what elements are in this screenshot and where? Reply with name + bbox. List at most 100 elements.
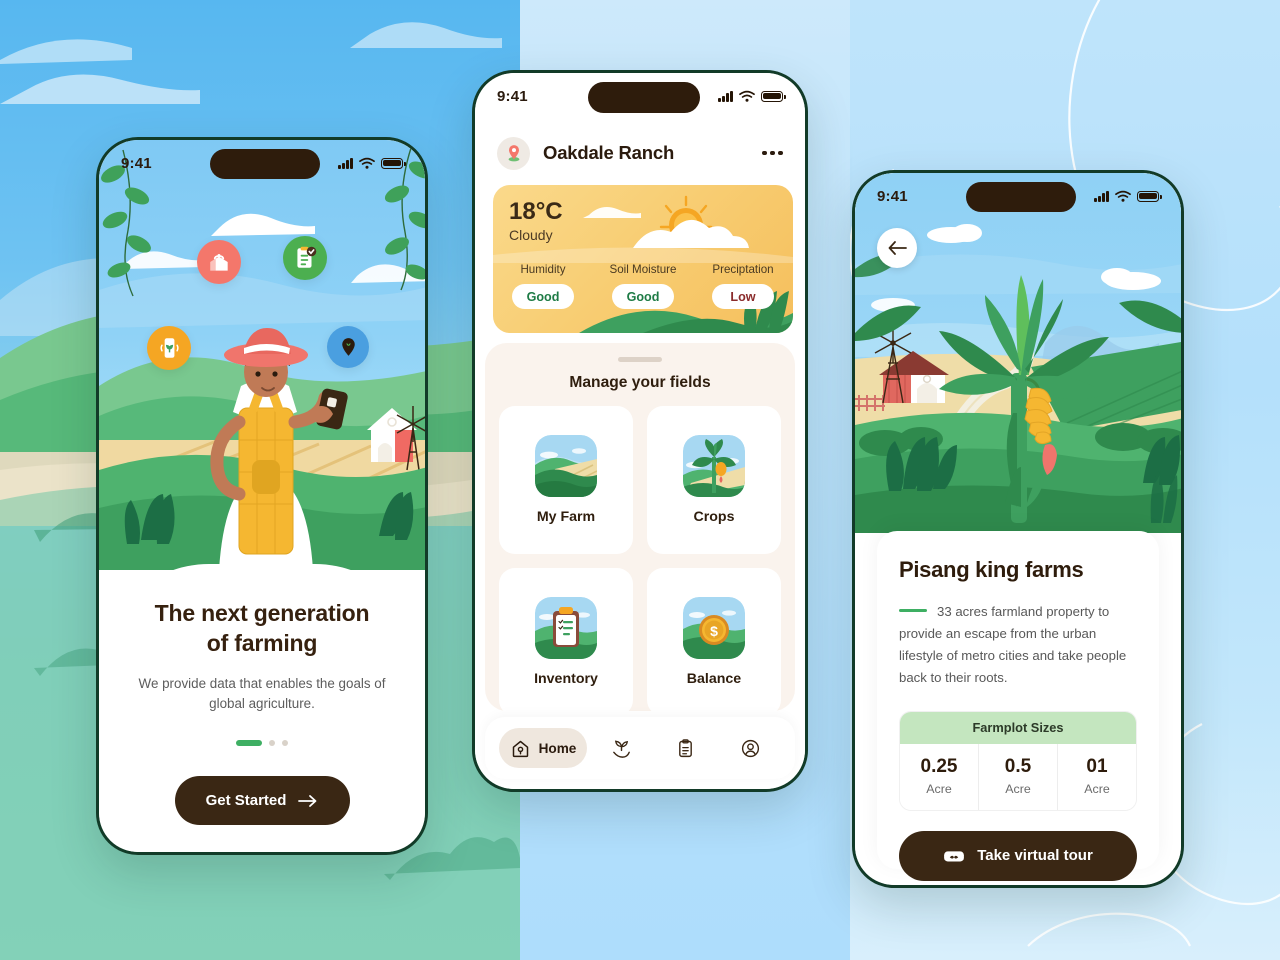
back-button[interactable] xyxy=(877,228,917,268)
farm-title: Pisang king farms xyxy=(899,557,1084,582)
svg-text:$: $ xyxy=(710,623,718,639)
tab-label-home: Home xyxy=(538,740,577,756)
banana-tree-icon xyxy=(683,434,745,497)
status-time: 9:41 xyxy=(121,154,152,172)
wifi-icon xyxy=(1115,190,1131,202)
wifi-icon xyxy=(359,157,375,169)
pagination-dot-1[interactable] xyxy=(236,740,262,747)
user-profile-icon xyxy=(742,739,760,757)
clipboard-checklist-icon xyxy=(535,596,597,659)
get-started-label: Get Started xyxy=(205,792,287,810)
farmplot-option-1[interactable]: 0.25 Acre xyxy=(900,744,978,810)
plot-unit: Acre xyxy=(1084,781,1110,796)
page-title-line2: of farming xyxy=(206,630,318,657)
weather-metrics: Humidity Good Soil Moisture Good Precipt… xyxy=(493,263,793,309)
battery-icon xyxy=(1137,190,1162,202)
banana-plantation-svg xyxy=(855,224,1181,533)
phone1-content-card: The next generation of farming We provid… xyxy=(99,564,425,852)
weather-temperature: 18°C xyxy=(509,198,563,225)
metric-value: Low xyxy=(712,284,774,309)
tab-crops[interactable] xyxy=(591,728,652,768)
location-pin-icon xyxy=(327,326,369,368)
page-title-line1: The next generation xyxy=(154,600,370,626)
metric-label: Humidity xyxy=(520,263,566,276)
metric-label: Soil Moisture xyxy=(609,263,677,276)
phone-onboarding: 9:41 The next generation of farming We p… xyxy=(96,137,428,855)
gold-coin-dollar-icon: $ xyxy=(683,596,745,659)
farmplot-option-2[interactable]: 0.5 Acre xyxy=(978,743,1057,810)
signal-bars-icon xyxy=(718,90,733,102)
weather-metric-soil-moisture: Soil Moisture Good xyxy=(593,263,693,309)
plot-value: 0.25 xyxy=(920,755,958,777)
page-subtitle: We provide data that enables the goals o… xyxy=(138,675,386,712)
pagination-dot-3[interactable] xyxy=(282,740,288,747)
home-icon xyxy=(512,740,528,757)
battery-icon xyxy=(381,157,406,169)
field-tiles-grid: My Farm Crops Inventory $ Balance xyxy=(485,405,795,716)
farmplot-option-3[interactable]: 01 Acre xyxy=(1057,743,1136,810)
tab-home[interactable]: Home xyxy=(499,728,587,768)
more-horizontal-icon[interactable] xyxy=(762,150,783,156)
phone3-illustration xyxy=(855,173,1181,533)
take-virtual-tour-label: Take virtual tour xyxy=(977,847,1093,865)
metric-value: Good xyxy=(512,284,574,309)
take-virtual-tour-button[interactable]: Take virtual tour xyxy=(899,830,1137,881)
onboarding-pagination[interactable] xyxy=(236,740,288,747)
phone3-notch xyxy=(966,182,1076,212)
signal-bars-icon xyxy=(338,157,353,169)
checklist-icon xyxy=(283,236,327,280)
bottom-tab-bar: Home xyxy=(485,717,795,779)
manage-fields-sheet: Manage your fields My Farm Crops Invento… xyxy=(485,343,795,716)
wifi-icon xyxy=(739,90,755,102)
phone1-notch xyxy=(210,149,320,179)
sheet-grabber[interactable] xyxy=(618,357,662,362)
farmplot-sizes-table: Farmplot Sizes 0.25 Acre 0.5 Acre 01 Acr… xyxy=(899,710,1137,811)
tile-my-farm[interactable]: My Farm xyxy=(499,405,633,554)
tab-reports[interactable] xyxy=(656,728,717,768)
tile-label: Inventory xyxy=(534,670,598,687)
get-started-button[interactable]: Get Started xyxy=(174,776,350,826)
tile-label: My Farm xyxy=(536,508,596,525)
location-pin-avatar-icon[interactable] xyxy=(497,136,530,170)
phone2-notch xyxy=(588,82,700,113)
mobile-crop-sensor-icon xyxy=(147,326,191,370)
farmplot-header: Farmplot Sizes xyxy=(900,711,1136,744)
weather-metric-humidity: Humidity Good xyxy=(493,263,593,309)
farm-fields-icon xyxy=(535,434,597,497)
page-title: The next generation of farming xyxy=(155,598,370,659)
phone1-screen: 9:41 The next generation of farming We p… xyxy=(99,140,425,852)
status-time: 9:41 xyxy=(497,87,528,105)
accent-dash-icon xyxy=(899,609,927,613)
status-time: 9:41 xyxy=(877,187,908,205)
metric-value: Good xyxy=(612,284,674,309)
farm-description: 33 acres farmland property to provide an… xyxy=(899,604,1127,685)
plot-value: 0.5 xyxy=(1004,755,1032,777)
farmplot-options: 0.25 Acre 0.5 Acre 01 Acre xyxy=(900,743,1136,810)
battery-icon xyxy=(761,90,786,102)
farm-header: Oakdale Ranch xyxy=(475,125,805,181)
arrow-left-icon xyxy=(888,241,907,255)
weather-condition: Cloudy xyxy=(509,227,553,243)
phone-farm-detail: 9:41 Pisang king farms 33 acres farmland… xyxy=(852,170,1184,888)
vr-headset-icon xyxy=(944,851,965,862)
tile-label: Crops xyxy=(693,508,735,525)
metric-label: Preciptation xyxy=(712,263,774,276)
tab-profile[interactable] xyxy=(720,728,781,768)
signal-bars-icon xyxy=(1094,190,1109,202)
pagination-dot-2[interactable] xyxy=(269,740,275,747)
weather-card: 18°C Cloudy Humidity Good Soil Moisture … xyxy=(493,185,793,333)
tile-balance[interactable]: $ Balance xyxy=(647,567,781,716)
phone3-screen: 9:41 Pisang king farms 33 acres farmland… xyxy=(855,173,1181,885)
farm-detail-card: Pisang king farms 33 acres farmland prop… xyxy=(877,531,1159,881)
weather-metric-precipitation: Preciptation Low xyxy=(693,263,793,309)
sheet-title: Manage your fields xyxy=(569,373,711,391)
plot-unit: Acre xyxy=(1005,781,1031,796)
seedling-in-hand-icon xyxy=(612,740,630,758)
tile-inventory[interactable]: Inventory xyxy=(499,567,633,716)
phone2-screen: 9:41 Oakdale Ranch 18°C Cloudy Humidity … xyxy=(475,73,805,789)
arrow-right-icon xyxy=(298,795,317,807)
smart-barn-icon xyxy=(197,240,241,284)
plot-unit: Acre xyxy=(926,781,952,796)
phone-dashboard: 9:41 Oakdale Ranch 18°C Cloudy Humidity … xyxy=(472,70,808,792)
tile-crops[interactable]: Crops xyxy=(647,405,781,554)
